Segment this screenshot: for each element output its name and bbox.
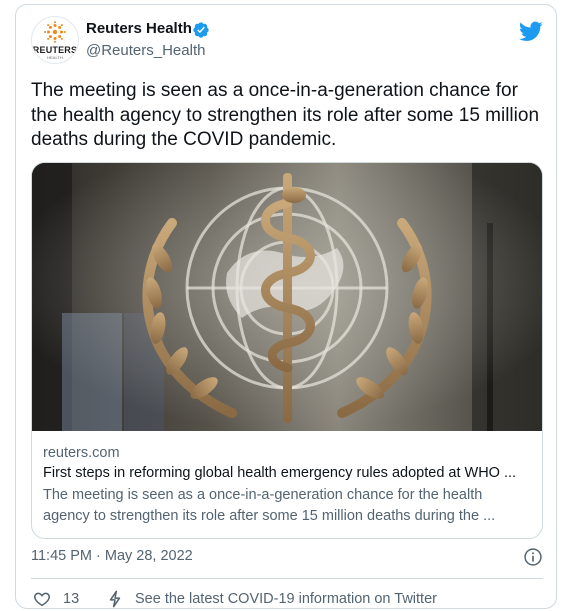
- tweet-card[interactable]: REUTERS HEALTH Reuters Health @Reuters_H…: [15, 4, 557, 609]
- lightning-bolt-icon: [109, 590, 121, 608]
- card-meta: reuters.com First steps in reforming glo…: [43, 443, 533, 527]
- tweet-actions: 13 See the latest COVID-19 information o…: [31, 588, 543, 608]
- card-image[interactable]: [32, 163, 542, 431]
- author-handle[interactable]: @Reuters_Health: [86, 42, 205, 59]
- covid-info-link[interactable]: See the latest COVID-19 information on T…: [135, 591, 437, 607]
- twitter-bird-icon[interactable]: [519, 19, 543, 43]
- avatar[interactable]: REUTERS HEALTH: [31, 16, 79, 64]
- avatar-subtext: HEALTH: [47, 55, 63, 60]
- tweet-header: REUTERS HEALTH Reuters Health @Reuters_H…: [31, 16, 543, 64]
- card-title[interactable]: First steps in reforming global health e…: [43, 463, 533, 484]
- like-count[interactable]: 13: [63, 591, 79, 607]
- who-emblem-photo: [32, 163, 542, 431]
- card-description: The meeting is seen as a once-in-a-gener…: [43, 487, 496, 524]
- link-preview-card[interactable]: reuters.com First steps in reforming glo…: [31, 162, 543, 539]
- tweet-timestamp[interactable]: 11:45 PM · May 28, 2022: [31, 548, 193, 564]
- avatar-wordmark: REUTERS: [32, 45, 78, 55]
- reuters-logo-icon: [44, 21, 66, 43]
- card-domain: reuters.com: [43, 445, 120, 461]
- author-name[interactable]: Reuters Health: [86, 20, 192, 37]
- verified-badge-icon: [193, 22, 209, 38]
- info-icon[interactable]: [523, 547, 543, 567]
- heart-icon[interactable]: [33, 590, 51, 608]
- divider: [31, 578, 543, 579]
- tweet-text: The meeting is seen as a once-in-a-gener…: [31, 80, 540, 150]
